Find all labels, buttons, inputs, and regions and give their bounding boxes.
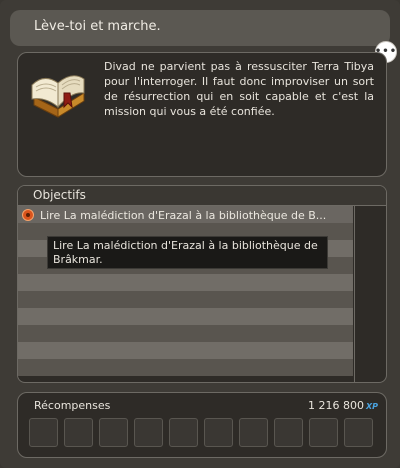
objective-tooltip: Lire La malédiction d'Erazal à la biblio… — [47, 236, 328, 269]
reward-slots — [29, 418, 373, 447]
quest-title: Lève-toi et marche. — [34, 19, 161, 34]
xp-reward: 1 216 800 XP — [308, 399, 378, 412]
objectives-box: Objectifs Lire La malédiction d'Erazal à… — [17, 185, 387, 383]
reward-slot[interactable] — [344, 418, 373, 447]
quest-description-box: Divad ne parvient pas à ressusciter Terr… — [17, 52, 387, 177]
objective-text: Lire La malédiction d'Erazal à la biblio… — [40, 208, 327, 222]
empty-row — [18, 291, 353, 308]
empty-row — [18, 359, 353, 376]
objectives-header: Objectifs — [18, 186, 386, 206]
reward-slot[interactable] — [29, 418, 58, 447]
empty-row — [18, 325, 353, 342]
rewards-label: Récompenses — [34, 399, 111, 412]
empty-row — [18, 274, 353, 291]
reward-slot[interactable] — [204, 418, 233, 447]
reward-slot[interactable] — [169, 418, 198, 447]
rewards-box: Récompenses 1 216 800 XP — [17, 392, 387, 458]
xp-value: 1 216 800 — [307, 399, 364, 412]
reward-slot[interactable] — [309, 418, 338, 447]
reward-slot[interactable] — [64, 418, 93, 447]
objectives-header-label: Objectifs — [33, 188, 86, 202]
quest-window: Lève-toi et marche. ••• Divad ne parvien… — [0, 0, 400, 468]
reward-slot[interactable] — [99, 418, 128, 447]
empty-row — [18, 308, 353, 325]
reward-slot[interactable] — [134, 418, 163, 447]
empty-row — [18, 342, 353, 359]
objectives-list: Lire La malédiction d'Erazal à la biblio… — [18, 206, 353, 376]
quest-title-bar: Lève-toi et marche. — [10, 10, 390, 46]
tooltip-text: Lire La malédiction d'Erazal à la biblio… — [53, 239, 318, 266]
objective-row[interactable]: Lire La malédiction d'Erazal à la biblio… — [18, 206, 353, 223]
quest-description: Divad ne parvient pas à ressusciter Terr… — [104, 60, 374, 118]
reward-slot[interactable] — [239, 418, 268, 447]
xp-icon: XP — [365, 402, 378, 411]
objective-marker-icon — [22, 209, 34, 221]
reward-slot[interactable] — [274, 418, 303, 447]
objectives-scrollbar[interactable] — [354, 206, 355, 382]
book-icon — [31, 75, 85, 118]
